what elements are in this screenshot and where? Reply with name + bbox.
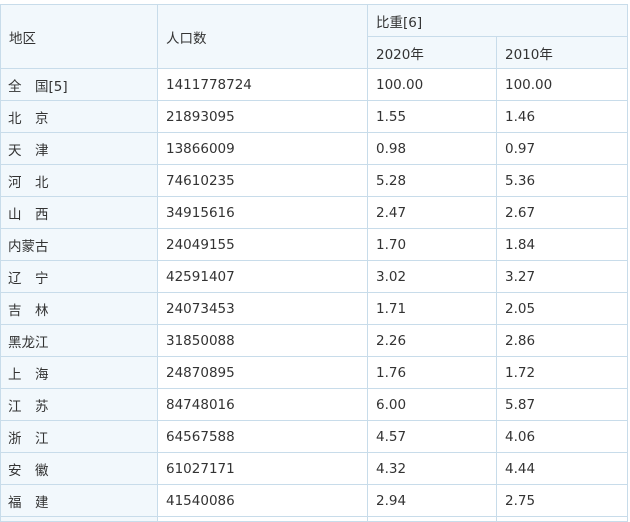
header-row-1: 地区 人口数 比重[6] xyxy=(0,4,628,69)
population-cell: 24073453 xyxy=(157,292,368,325)
region-cell: 福 建 xyxy=(0,484,158,517)
share-2020-cell: 4.57 xyxy=(367,420,497,453)
share-2020-cell: 100.00 xyxy=(367,68,497,101)
share-2020-cell: 1.55 xyxy=(367,100,497,133)
population-cell: 41540086 xyxy=(157,484,368,517)
share-2020-cell: 5.28 xyxy=(367,164,497,197)
population-cell: 34915616 xyxy=(157,196,368,229)
population-cell: 61027171 xyxy=(157,452,368,485)
header-region: 地区 xyxy=(0,4,158,69)
share-2020-cell: 2.94 xyxy=(367,484,497,517)
region-cell: 江 苏 xyxy=(0,388,158,421)
table-row: 江 苏 84748016 6.00 5.87 xyxy=(0,388,628,421)
share-2010-cell: 2.86 xyxy=(496,324,628,357)
population-cell: 24870895 xyxy=(157,356,368,389)
region-cell: 山 西 xyxy=(0,196,158,229)
share-2010-cell: 2.75 xyxy=(496,484,628,517)
population-cell: 64567588 xyxy=(157,420,368,453)
share-2020-cell: 4.32 xyxy=(367,452,497,485)
share-2010-cell: 1.72 xyxy=(496,356,628,389)
share-2010-cell: 3.27 xyxy=(496,260,628,293)
population-table: 地区 人口数 比重[6] 2020年 2010年 全 国[5] 141177872… xyxy=(0,4,628,522)
population-cell: 84748016 xyxy=(157,388,368,421)
share-2010-cell: 2.67 xyxy=(496,196,628,229)
share-2020-cell: 1.71 xyxy=(367,292,497,325)
table-row: 辽 宁 42591407 3.02 3.27 xyxy=(0,260,628,293)
share-2020-cell: 0.98 xyxy=(367,132,497,165)
region-cell: 天 津 xyxy=(0,132,158,165)
header-population: 人口数 xyxy=(157,4,368,69)
share-2010-cell: 4.06 xyxy=(496,420,628,453)
region-cell: 浙 江 xyxy=(0,420,158,453)
share-2020-cell: 2.26 xyxy=(367,324,497,357)
region-cell: 内蒙古 xyxy=(0,228,158,261)
population-cell: 42591407 xyxy=(157,260,368,293)
header-year-2010: 2010年 xyxy=(496,36,628,69)
table-row: 内蒙古 24049155 1.70 1.84 xyxy=(0,228,628,261)
population-cell: 31850088 xyxy=(157,324,368,357)
region-cell: 上 海 xyxy=(0,356,158,389)
share-2020-cell: 6.00 xyxy=(367,388,497,421)
share-2010-cell: 1.46 xyxy=(496,100,628,133)
table-row: 上 海 24870895 1.76 1.72 xyxy=(0,356,628,389)
share-2010-cell: 4.44 xyxy=(496,452,628,485)
share-2010-cell: 2.05 xyxy=(496,292,628,325)
share-2020-cell: 2.47 xyxy=(367,196,497,229)
header-year-2020: 2020年 xyxy=(367,36,497,69)
table-row: 山 西 34915616 2.47 2.67 xyxy=(0,196,628,229)
header-share: 比重[6] xyxy=(367,4,628,37)
share-2010-cell: 5.36 xyxy=(496,164,628,197)
population-cell: 24049155 xyxy=(157,228,368,261)
region-cell: 辽 宁 xyxy=(0,260,158,293)
table-row: 黑龙江 31850088 2.26 2.86 xyxy=(0,324,628,357)
table-row: 吉 林 24073453 1.71 2.05 xyxy=(0,292,628,325)
share-2020-cell: 1.76 xyxy=(367,356,497,389)
share-2020-cell: 1.70 xyxy=(367,228,497,261)
share-2010-cell: 0.97 xyxy=(496,132,628,165)
share-2010-cell: 5.87 xyxy=(496,388,628,421)
region-cell: 北 京 xyxy=(0,100,158,133)
region-cell: 河 北 xyxy=(0,164,158,197)
share-2010-cell: 1.84 xyxy=(496,228,628,261)
region-cell: 安 徽 xyxy=(0,452,158,485)
population-cell: 21893095 xyxy=(157,100,368,133)
population-cell: 13866009 xyxy=(157,132,368,165)
table-row: 河 北 74610235 5.28 5.36 xyxy=(0,164,628,197)
population-cell: 1411778724 xyxy=(157,68,368,101)
share-2020-cell: 3.02 xyxy=(367,260,497,293)
table-row: 北 京 21893095 1.55 1.46 xyxy=(0,100,628,133)
region-cell: 黑龙江 xyxy=(0,324,158,357)
table-row: 浙 江 64567588 4.57 4.06 xyxy=(0,420,628,453)
table-row: 全 国[5] 1411778724 100.00 100.00 xyxy=(0,68,628,101)
table-row: 安 徽 61027171 4.32 4.44 xyxy=(0,452,628,485)
region-cell: 全 国[5] xyxy=(0,68,158,101)
region-cell: 吉 林 xyxy=(0,292,158,325)
population-cell: 74610235 xyxy=(157,164,368,197)
table-row: 福 建 41540086 2.94 2.75 xyxy=(0,484,628,517)
table-row: 天 津 13866009 0.98 0.97 xyxy=(0,132,628,165)
share-2010-cell: 100.00 xyxy=(496,68,628,101)
